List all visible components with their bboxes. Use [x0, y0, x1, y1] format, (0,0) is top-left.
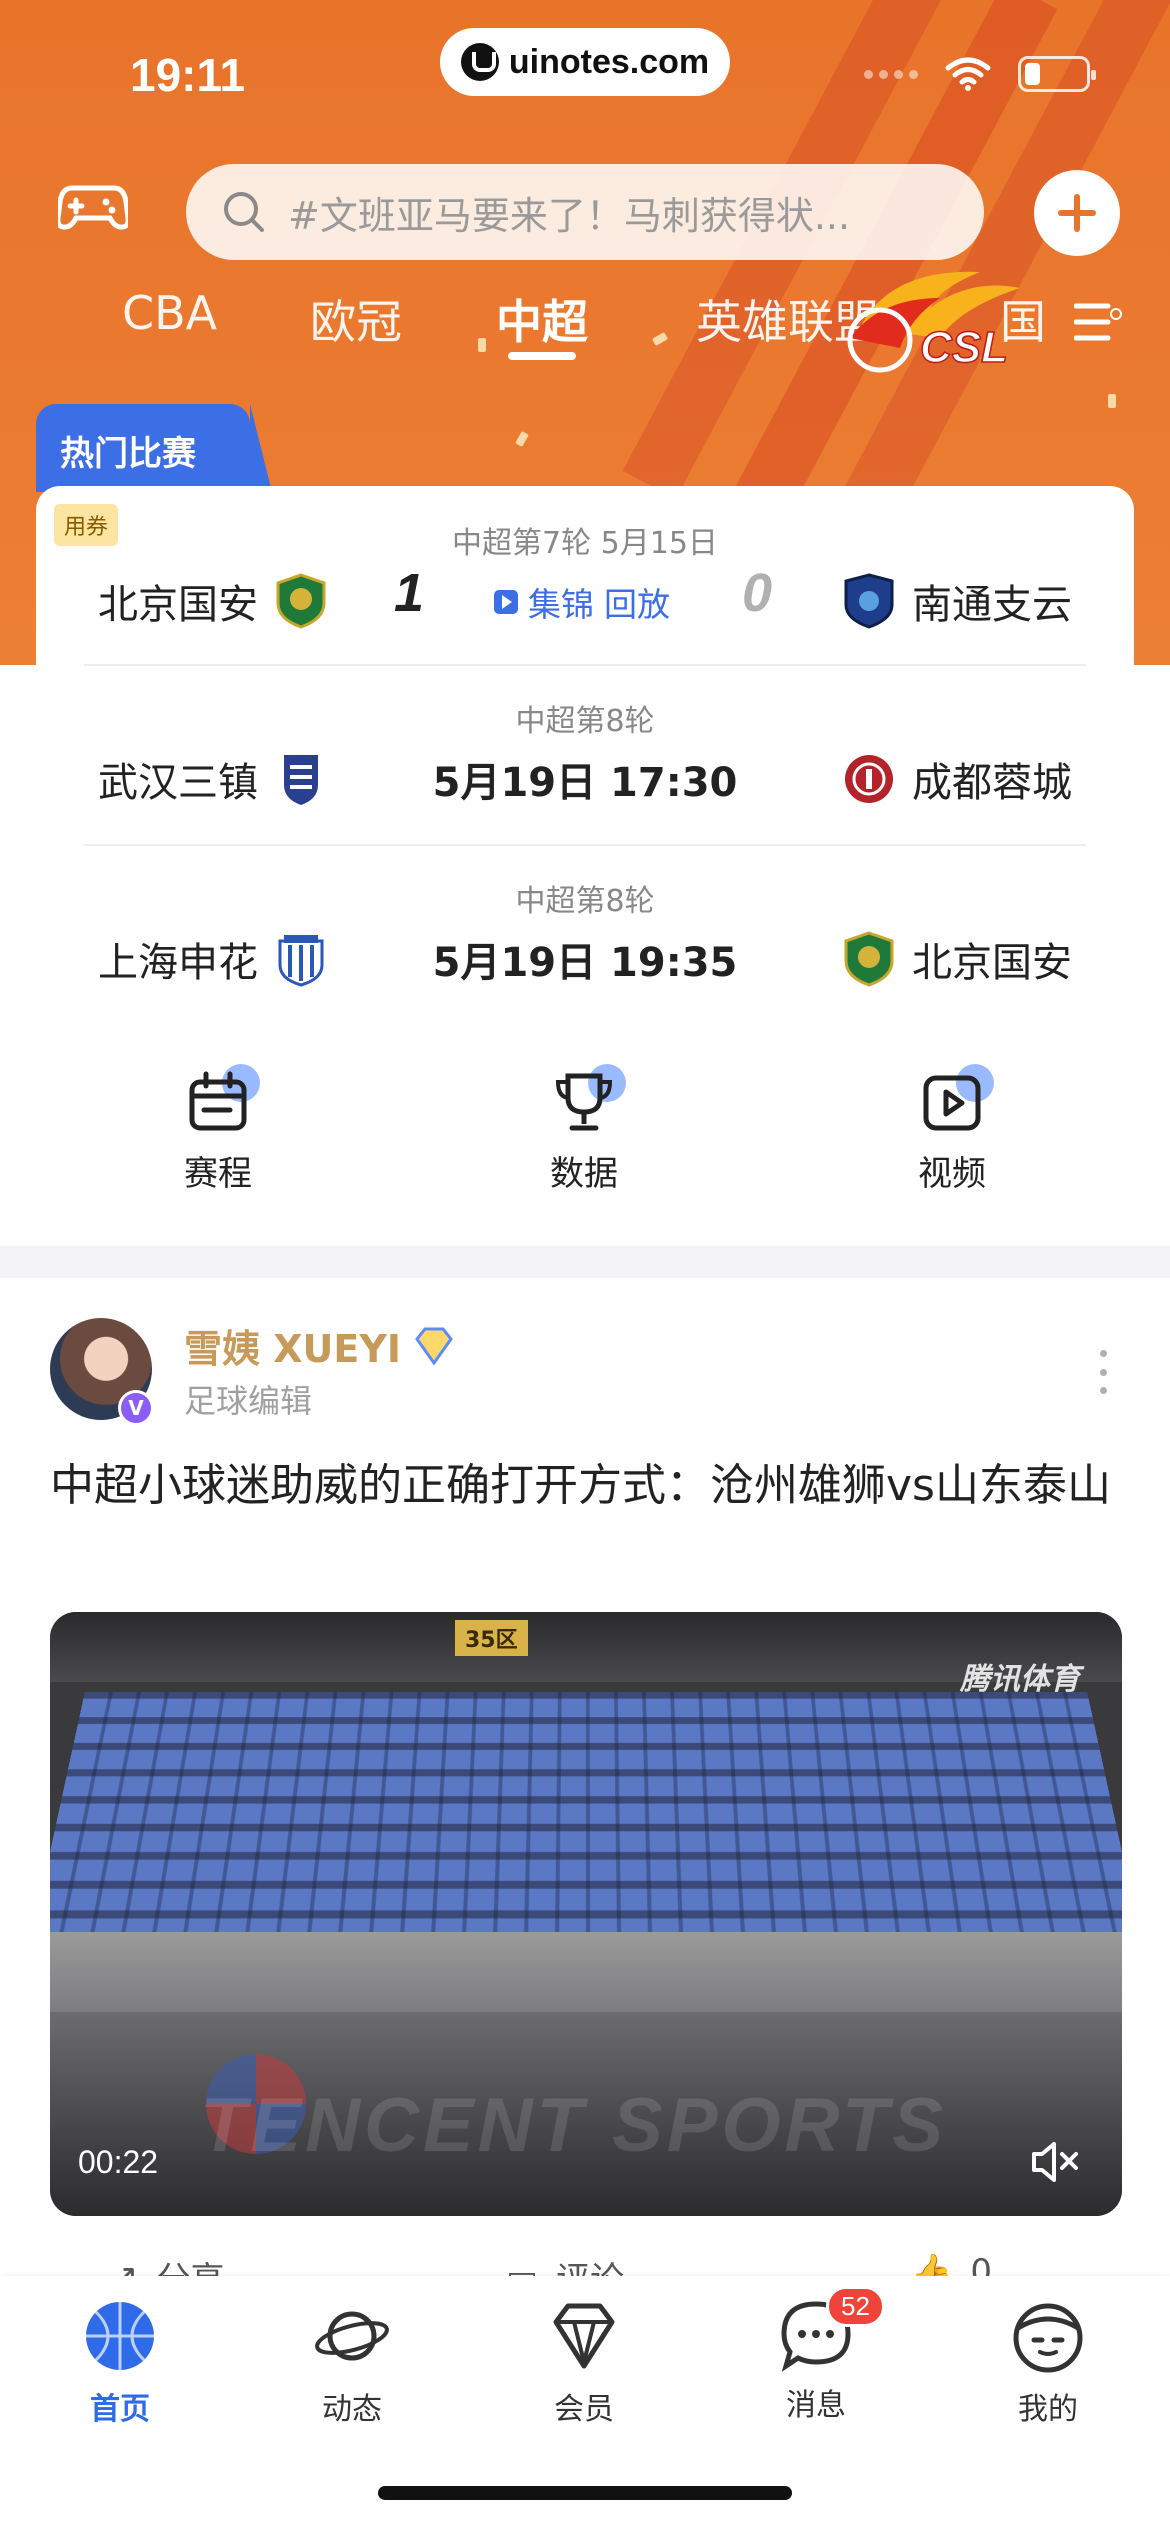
video-duration: 00:22: [78, 2144, 158, 2181]
nav-profile[interactable]: 我的: [978, 2298, 1118, 2428]
highlights-link[interactable]: 集锦 回放: [494, 578, 670, 626]
beijing-guoan-crest-icon: [842, 931, 896, 987]
gamepad-icon[interactable]: [58, 180, 128, 232]
basketball-icon: [82, 2298, 158, 2374]
away-team-name: 成都蓉城: [912, 750, 1072, 808]
url-pill[interactable]: uinotes.com: [440, 28, 730, 96]
wifi-icon: [944, 56, 992, 92]
battery-level: [1025, 63, 1040, 85]
home-team: 北京国安: [98, 572, 328, 630]
home-indicator: [378, 2486, 792, 2500]
video-play-icon: [920, 1070, 984, 1134]
away-team: 北京国安: [842, 930, 1072, 988]
highlights-label: 集锦: [528, 578, 594, 626]
stadium-railing: [50, 1932, 1122, 2012]
hot-matches-tag: 热门比赛: [36, 404, 250, 492]
mute-icon[interactable]: [1030, 2140, 1082, 2184]
away-team: 成都蓉城: [842, 750, 1072, 808]
tab-csl[interactable]: 中超: [496, 286, 588, 352]
tencent-sports-logo: 腾讯体育: [960, 1654, 1080, 1698]
status-time: 19:11: [130, 48, 245, 102]
calendar-icon: [186, 1070, 250, 1134]
away-team-name: 北京国安: [912, 930, 1072, 988]
author-name-text: 雪姨 XUEYI: [184, 1318, 401, 1373]
search-icon: [222, 190, 266, 234]
match-round: 中超第8轮: [36, 696, 1134, 740]
message-icon: 52: [778, 2298, 854, 2374]
match-round: 中超第8轮: [36, 876, 1134, 920]
more-options-icon[interactable]: [1096, 1350, 1110, 1394]
video-button[interactable]: 视频: [872, 1070, 1032, 1195]
nav-feed[interactable]: 动态: [282, 2298, 422, 2428]
schedule-label: 赛程: [138, 1146, 298, 1195]
site-logo-icon: [461, 43, 499, 81]
svg-text:CSL: CSL: [920, 323, 1008, 372]
tab-cba[interactable]: CBA: [122, 286, 217, 340]
diamond-icon: [546, 2298, 622, 2374]
menu-icon[interactable]: [1074, 300, 1122, 344]
away-team-name: 南通支云: [912, 572, 1072, 630]
match-row[interactable]: 中超第8轮 上海申花 5月19日 19:35 北京国安: [36, 844, 1134, 1022]
tab-champions-league[interactable]: 欧冠: [310, 286, 402, 352]
away-team: 南通支云: [842, 572, 1072, 630]
battery-icon: [1018, 56, 1090, 92]
nav-feed-label: 动态: [282, 2384, 422, 2428]
search-placeholder: #文班亚马要来了！马刺获得状...: [288, 185, 850, 240]
status-indicators: [864, 56, 1090, 92]
hot-matches-card: 用券 中超第7轮 5月15日 北京国安 1 集锦 回放 0 南通支云 中超第8轮: [36, 486, 1134, 1022]
active-tab-indicator: [508, 352, 576, 360]
stats-button[interactable]: 数据: [504, 1070, 664, 1195]
profile-face-icon: [1010, 2298, 1086, 2374]
message-count-badge: 52: [826, 2286, 885, 2327]
post-title[interactable]: 中超小球迷助威的正确打开方式：沧州雄狮vs山东泰山: [50, 1448, 1120, 1524]
beijing-guoan-crest-icon: [274, 573, 328, 629]
nav-member[interactable]: 会员: [514, 2298, 654, 2428]
planet-icon: [314, 2298, 390, 2374]
csl-logo-icon: CSL: [820, 258, 1050, 378]
nav-member-label: 会员: [514, 2384, 654, 2428]
chengdu-rongcheng-crest-icon: [842, 751, 896, 807]
search-input[interactable]: #文班亚马要来了！马刺获得状...: [186, 164, 984, 260]
section-separator: [0, 1246, 1170, 1278]
match-row[interactable]: 中超第8轮 武汉三镇 5月19日 17:30 成都蓉城: [36, 664, 1134, 842]
diamond-badge-icon: [413, 1327, 455, 1365]
trophy-icon: [552, 1070, 616, 1134]
nantong-zhiyun-crest-icon: [842, 573, 896, 629]
quick-nav: 赛程 数据 视频: [0, 1070, 1170, 1220]
zone-sign: 35区: [455, 1620, 528, 1656]
match-round: 中超第7轮 5月15日: [36, 518, 1134, 562]
schedule-button[interactable]: 赛程: [138, 1070, 298, 1195]
signal-icon: [864, 70, 918, 79]
away-score: 0: [742, 562, 772, 624]
nav-home[interactable]: 首页: [50, 2298, 190, 2428]
video-label: 视频: [872, 1146, 1032, 1195]
add-button[interactable]: [1034, 170, 1120, 256]
home-team-name: 北京国安: [98, 572, 258, 630]
replay-label[interactable]: 回放: [604, 578, 670, 626]
video-player[interactable]: 35区 腾讯体育 TENCENT SPORTS 00:22: [50, 1612, 1122, 2216]
author-name[interactable]: 雪姨 XUEYI: [184, 1318, 455, 1373]
nav-messages[interactable]: 52 消息: [746, 2298, 886, 2424]
play-icon: [494, 590, 518, 614]
nav-messages-label: 消息: [746, 2380, 886, 2424]
home-score: 1: [394, 562, 424, 624]
url-text: uinotes.com: [509, 43, 709, 82]
match-row[interactable]: 中超第7轮 5月15日 北京国安 1 集锦 回放 0 南通支云: [36, 486, 1134, 664]
video-watermark: TENCENT SPORTS: [200, 2082, 947, 2169]
author-role: 足球编辑: [184, 1376, 312, 1422]
nav-profile-label: 我的: [978, 2384, 1118, 2428]
plus-icon: [1057, 193, 1097, 233]
stats-label: 数据: [504, 1146, 664, 1195]
nav-home-label: 首页: [50, 2384, 190, 2428]
verified-badge-icon: V: [118, 1390, 154, 1426]
